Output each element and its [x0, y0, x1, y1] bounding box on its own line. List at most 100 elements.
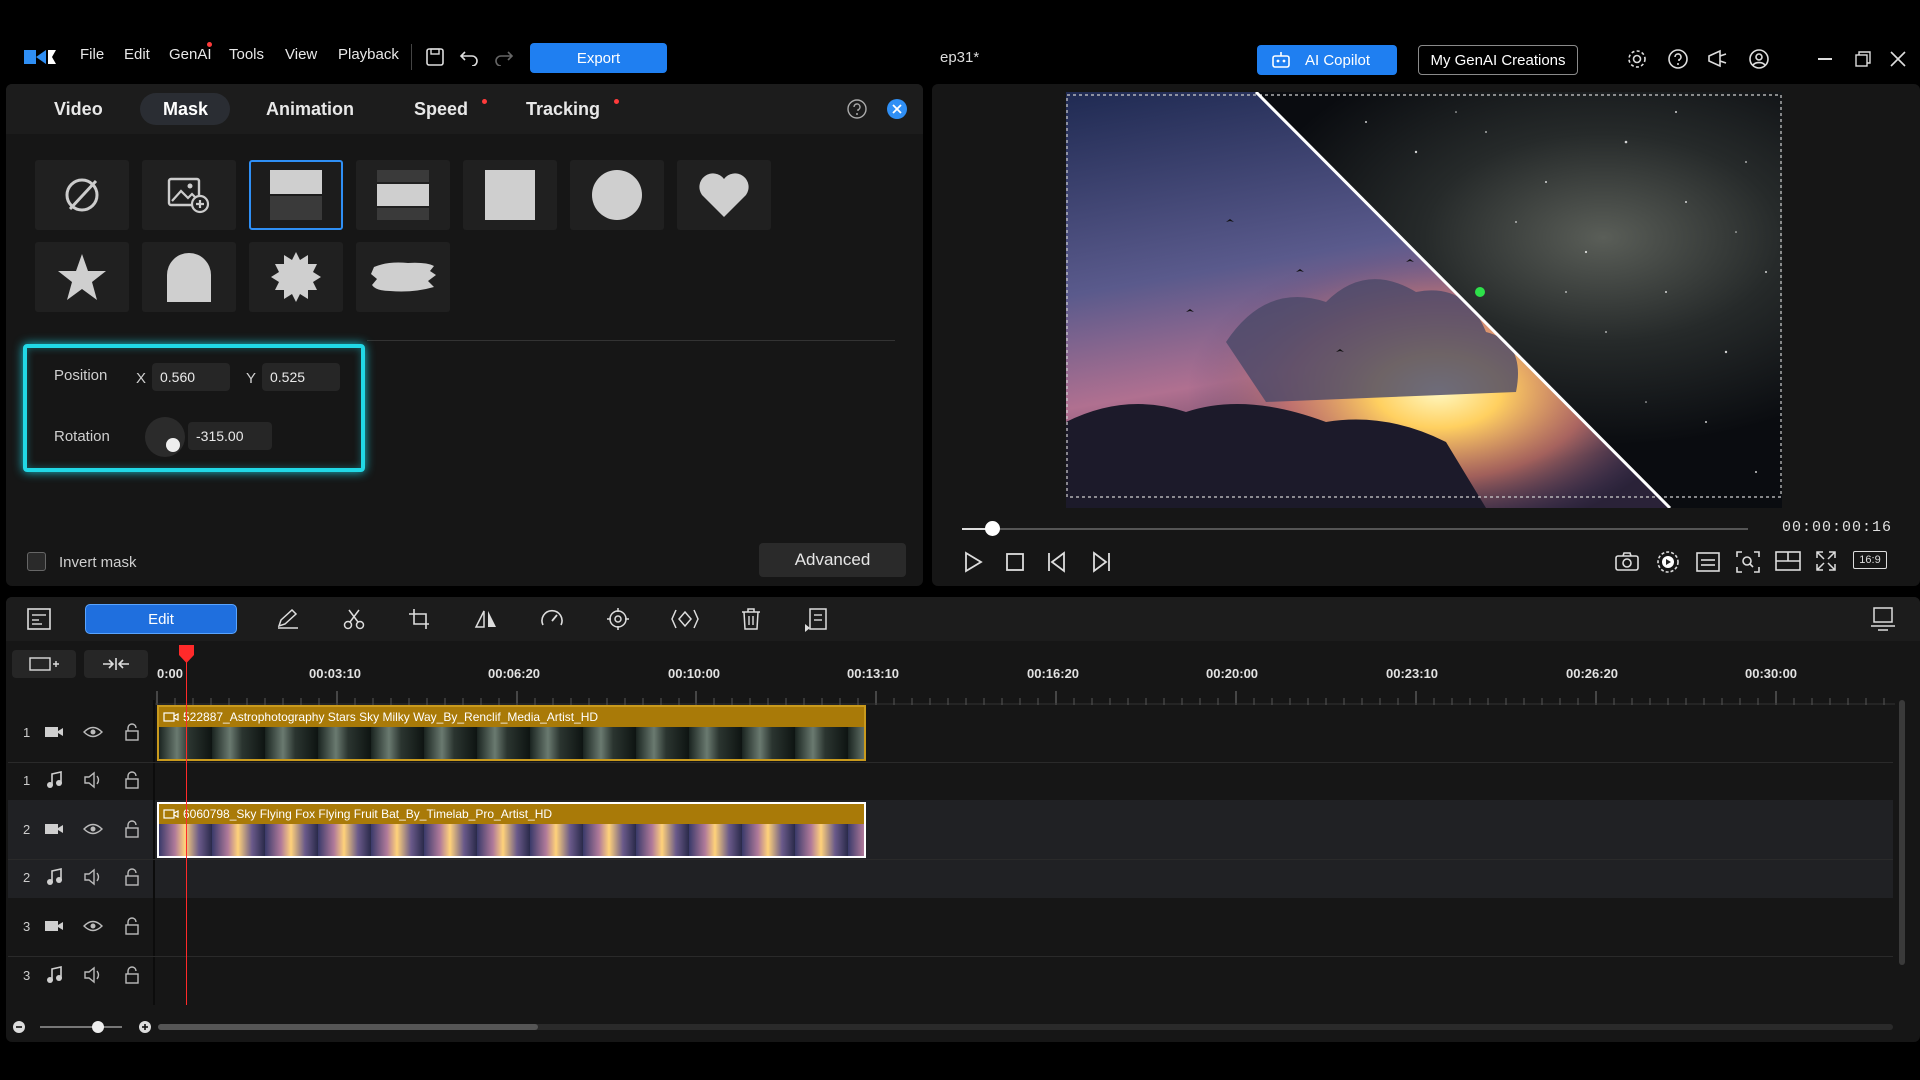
speaker-icon[interactable]	[83, 868, 103, 886]
minimize-icon[interactable]	[1818, 58, 1832, 60]
play-icon[interactable]	[962, 551, 984, 573]
mask-none-tile[interactable]	[35, 160, 129, 230]
zoom-in-icon[interactable]	[138, 1020, 152, 1034]
previous-frame-icon[interactable]	[1046, 551, 1070, 573]
timeline-clip-milky-way[interactable]: 522887_Astrophotography Stars Sky Milky …	[157, 705, 866, 761]
speaker-icon[interactable]	[83, 771, 103, 789]
flip-icon[interactable]	[474, 608, 498, 630]
position-x-input[interactable]: 0.560	[152, 363, 230, 391]
timeline-clip-sky-flying-fox[interactable]: 6060798_Sky Flying Fox Flying Fruit Bat_…	[157, 802, 866, 858]
preview-scrubber-handle[interactable]	[985, 521, 1000, 536]
rotation-input[interactable]: -315.00	[188, 422, 272, 450]
mask-image-tile[interactable]	[142, 160, 236, 230]
mask-linear-top-tile[interactable]	[249, 160, 343, 230]
mask-star-tile[interactable]	[35, 242, 129, 312]
more-tools-icon[interactable]	[804, 608, 828, 632]
feedback-megaphone-icon[interactable]	[1706, 48, 1730, 70]
timeline-horizontal-scrollbar[interactable]	[158, 1024, 1893, 1030]
clip-thumbnails	[159, 727, 864, 759]
help-icon[interactable]	[1667, 48, 1689, 70]
lock-icon[interactable]	[124, 820, 140, 838]
timeline-settings-icon[interactable]	[1870, 607, 1896, 631]
menu-tools[interactable]: Tools	[229, 46, 264, 63]
zoom-slider-track[interactable]	[40, 1026, 122, 1028]
next-frame-icon[interactable]	[1088, 551, 1112, 573]
no-mask-icon	[62, 175, 102, 215]
zoom-out-icon[interactable]	[12, 1020, 26, 1034]
subtitles-icon[interactable]	[1696, 552, 1720, 572]
preview-canvas[interactable]	[1066, 92, 1782, 508]
scrollbar-thumb[interactable]	[158, 1024, 538, 1030]
timeline-vertical-scrollbar[interactable]	[1899, 700, 1905, 965]
add-track-button[interactable]	[12, 650, 76, 678]
tab-animation[interactable]: Animation	[266, 99, 354, 120]
fit-timeline-button[interactable]	[84, 650, 148, 678]
speed-gauge-icon[interactable]	[540, 608, 564, 630]
invert-mask-checkbox[interactable]	[27, 552, 46, 571]
snapshot-camera-icon[interactable]	[1615, 551, 1639, 571]
lock-icon[interactable]	[124, 917, 140, 935]
zoom-slider-handle[interactable]	[92, 1021, 104, 1033]
track-number: 3	[23, 919, 31, 934]
mask-linear-band-tile[interactable]	[356, 160, 450, 230]
zoom-preview-icon[interactable]	[1736, 551, 1760, 573]
menu-genai[interactable]: GenAI	[169, 46, 212, 63]
position-y-input[interactable]: 0.525	[262, 363, 340, 391]
grid-lines-icon[interactable]	[1775, 551, 1801, 571]
delete-trash-icon[interactable]	[740, 607, 762, 631]
visibility-eye-icon[interactable]	[83, 822, 103, 836]
settings-gear-icon[interactable]	[1626, 48, 1648, 70]
tab-video[interactable]: Video	[54, 99, 103, 120]
lock-icon[interactable]	[124, 771, 140, 789]
rotation-dial[interactable]	[144, 416, 186, 458]
undo-icon[interactable]	[459, 48, 479, 66]
stop-icon[interactable]	[1005, 552, 1025, 572]
save-icon[interactable]	[425, 47, 445, 67]
playhead-marker-icon[interactable]	[178, 644, 195, 664]
keyframe-icon[interactable]	[671, 608, 699, 630]
ai-copilot-button[interactable]: AI Copilot	[1257, 45, 1397, 75]
mask-heart-tile[interactable]	[677, 160, 771, 230]
mask-brush-tile[interactable]	[356, 242, 450, 312]
playhead-line[interactable]	[186, 655, 187, 1005]
tab-mask[interactable]: Mask	[163, 99, 208, 120]
visibility-eye-icon[interactable]	[83, 919, 103, 933]
menu-file[interactable]: File	[80, 46, 104, 63]
my-genai-creations-button[interactable]: My GenAI Creations	[1418, 45, 1578, 75]
crop-icon[interactable]	[408, 608, 432, 630]
speaker-icon[interactable]	[83, 966, 103, 984]
motion-tracking-icon[interactable]	[606, 607, 630, 631]
restore-icon[interactable]	[1855, 51, 1871, 67]
redo-icon[interactable]	[494, 48, 514, 66]
menu-edit[interactable]: Edit	[124, 46, 150, 63]
panel-help-icon[interactable]	[846, 98, 868, 120]
fullscreen-icon[interactable]	[1815, 550, 1837, 572]
genai-notification-dot	[207, 42, 212, 47]
menu-playback[interactable]: Playback	[338, 46, 399, 63]
pen-icon[interactable]	[276, 609, 300, 629]
lock-icon[interactable]	[124, 966, 140, 984]
time-ruler[interactable]	[155, 685, 1895, 705]
tab-speed[interactable]: Speed	[414, 99, 468, 120]
mask-circle-tile[interactable]	[570, 160, 664, 230]
export-button[interactable]: Export	[530, 43, 667, 73]
advanced-button[interactable]: Advanced	[759, 543, 906, 577]
preview-quality-icon[interactable]	[1656, 550, 1680, 574]
lock-icon[interactable]	[124, 868, 140, 886]
mask-arch-tile[interactable]	[142, 242, 236, 312]
timeline-view-icon[interactable]	[27, 608, 51, 630]
aspect-ratio-badge[interactable]: 16:9	[1853, 551, 1887, 569]
lock-icon[interactable]	[124, 723, 140, 741]
mask-starburst-tile[interactable]	[249, 242, 343, 312]
track-header-video-3: 3	[8, 914, 148, 940]
menu-view[interactable]: View	[285, 46, 317, 63]
tab-tracking[interactable]: Tracking	[526, 99, 600, 120]
account-icon[interactable]	[1748, 48, 1770, 70]
panel-close-icon[interactable]	[886, 98, 908, 120]
visibility-eye-icon[interactable]	[83, 725, 103, 739]
preview-scrubber-track[interactable]	[962, 528, 1748, 530]
split-scissors-icon[interactable]	[342, 608, 366, 630]
edit-button[interactable]: Edit	[85, 604, 237, 634]
mask-rectangle-tile[interactable]	[463, 160, 557, 230]
close-window-icon[interactable]	[1890, 51, 1906, 67]
